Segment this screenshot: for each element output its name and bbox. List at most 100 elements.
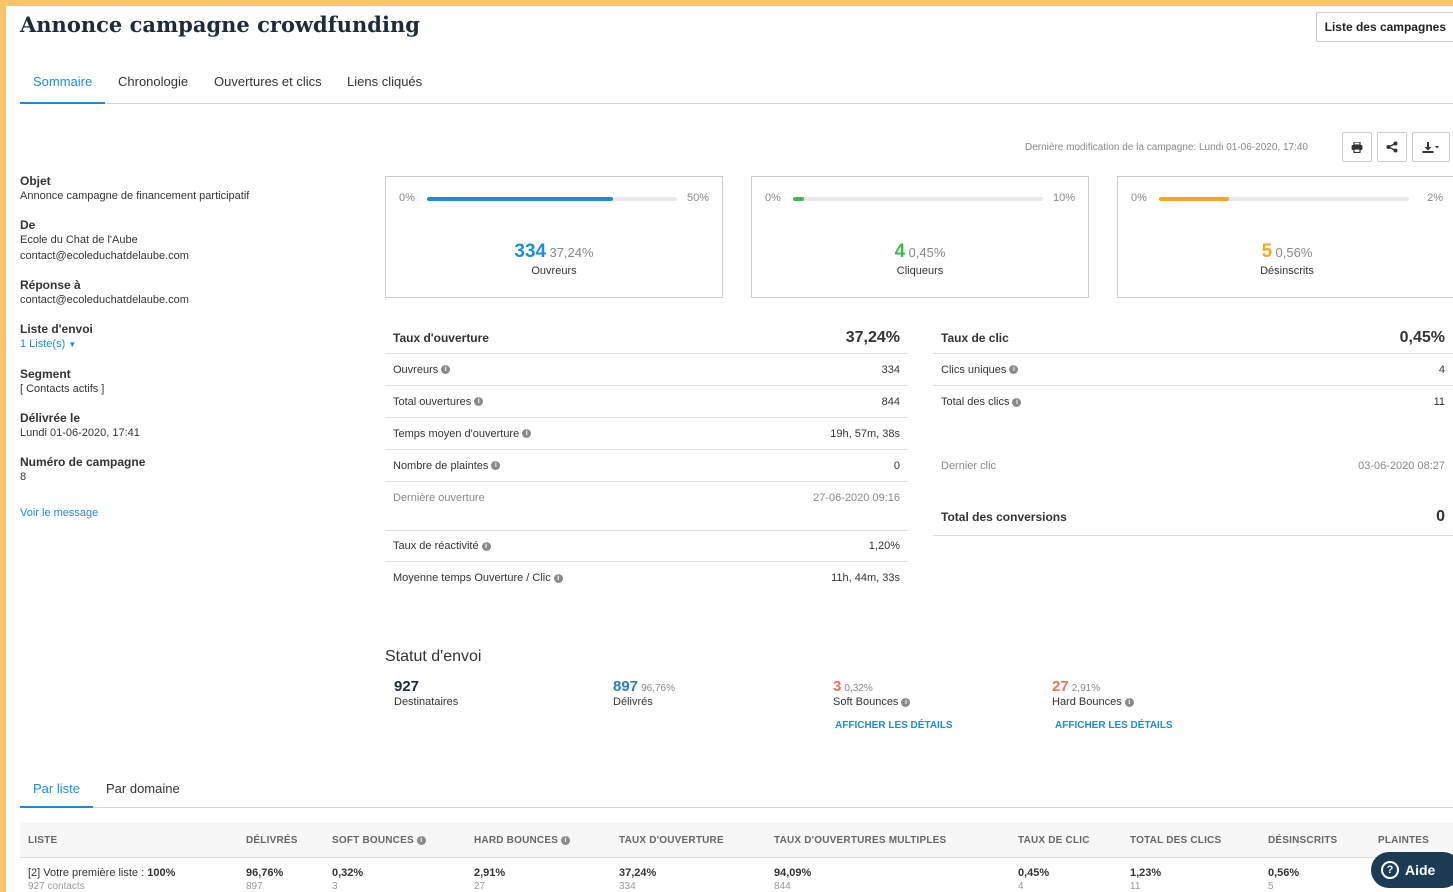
stat-value: 1,20%: [868, 540, 900, 552]
click-stats-table: Taux de clic 0,45% Clics uniques i 4 Total …: [933, 322, 1453, 536]
stat-value: 0: [893, 459, 900, 472]
column-header[interactable]: PLAINTES: [1378, 835, 1429, 846]
clickers-percent: 0,45%: [908, 245, 946, 260]
tab-chronologie[interactable]: Chronologie: [118, 74, 188, 89]
table-cell: 96,76% 897: [246, 867, 284, 892]
contacts-count: 927 contacts: [28, 881, 85, 892]
download-button[interactable]: [1412, 132, 1450, 162]
info-icon[interactable]: i: [522, 429, 532, 439]
delivered-on-label: Délivrée le: [20, 411, 81, 425]
main-tabs: Sommaire Chronologie Ouvertures et clics…: [20, 70, 1453, 104]
campaigns-list-button[interactable]: Liste des campagnes: [1315, 12, 1453, 42]
last-modified-text: Dernière modification de la campagne: Lu…: [1025, 142, 1308, 153]
column-header[interactable]: DÉLIVRÉS: [246, 835, 298, 846]
click-rate-label: Taux de clic: [941, 330, 1009, 345]
conversions-label: Total des conversions: [941, 509, 1067, 524]
info-icon[interactable]: i: [901, 697, 911, 707]
info-icon[interactable]: i: [474, 397, 484, 407]
openers-count: 334: [514, 241, 547, 262]
progress-max-label: 10%: [1052, 192, 1075, 204]
clickers-card: 0% 10% 4 0,45% Cliqueurs: [751, 176, 1089, 298]
caret-down-icon: ▼: [68, 340, 77, 349]
stat-value: 844: [881, 395, 900, 408]
stat-label: Nombre de plaintes: [393, 459, 489, 472]
stat-value: 11: [1433, 396, 1445, 408]
stat-label: Ouvreurs: [393, 363, 439, 376]
sender-email: contact@ecoleduchatdelaube.com: [20, 250, 189, 262]
mailing-list-dropdown[interactable]: 1 Liste(s) ▼: [20, 336, 340, 353]
column-header[interactable]: TAUX D'OUVERTURES MULTIPLES: [774, 835, 946, 846]
segment-value: [ Contacts actifs ]: [20, 383, 105, 395]
reply-to-value: contact@ecoleduchatdelaube.com: [20, 294, 189, 306]
print-button[interactable]: [1342, 132, 1372, 162]
info-icon[interactable]: i: [491, 461, 501, 471]
send-status-title: Statut d'envoi: [385, 648, 482, 665]
openers-card: 0% 50% 334 37,24% Ouvreurs: [385, 176, 723, 298]
campaign-number-value: 8: [20, 471, 27, 483]
share-icon: [1386, 141, 1398, 153]
tab-liens-cliques[interactable]: Liens cliqués: [347, 74, 422, 89]
hard-bounces-percent: 2,91%: [1071, 683, 1101, 694]
stat-label: Temps moyen d'ouverture: [393, 427, 520, 440]
hard-bounces-details-link[interactable]: AFFICHER LES DÉTAILS: [1055, 720, 1173, 731]
info-icon[interactable]: i: [553, 573, 563, 583]
share-button[interactable]: [1377, 132, 1407, 162]
unsubscribed-percent: 0,56%: [1275, 245, 1313, 260]
progress-fill: [427, 197, 614, 201]
list-cell: [2] Votre première liste : 100% 927 conta…: [28, 867, 176, 892]
column-header[interactable]: SOFT BOUNCES i: [332, 835, 426, 846]
table-cell: 0,45% 4: [1018, 867, 1050, 892]
progress-min-label: 0%: [765, 192, 781, 204]
column-header[interactable]: TOTAL DES CLICS: [1130, 835, 1221, 846]
soft-bounces-count: 3: [833, 678, 842, 695]
info-icon[interactable]: i: [1124, 697, 1134, 707]
view-message-link[interactable]: Voir le message: [20, 507, 98, 519]
segment-label: Segment: [20, 367, 71, 381]
progress-max-label: 50%: [686, 192, 709, 204]
column-header[interactable]: LISTE: [28, 835, 57, 846]
tab-sommaire[interactable]: Sommaire: [33, 74, 92, 89]
table-cell: 2,91% 27: [474, 867, 506, 892]
info-icon[interactable]: i: [1009, 365, 1019, 375]
info-icon[interactable]: i: [561, 835, 571, 845]
unsubscribed-count: 5: [1261, 241, 1273, 262]
sender-name: Ecole du Chat de l'Aube: [20, 234, 138, 246]
delivered-count: 897: [613, 678, 639, 695]
column-header[interactable]: HARD BOUNCES i: [474, 835, 571, 846]
openers-caption: Ouvreurs: [531, 265, 577, 277]
stat-label: Moyenne temps Ouverture / Clic: [393, 572, 551, 584]
column-header[interactable]: TAUX D'OUVERTURE: [619, 835, 724, 846]
table-cell: 94,09% 844: [774, 867, 812, 892]
info-icon[interactable]: i: [416, 835, 426, 845]
progress-bar: [793, 197, 1043, 201]
column-header[interactable]: DÉSINSCRITS: [1268, 835, 1337, 846]
click-rate-value: 0,45%: [1399, 328, 1445, 346]
tab-ouvertures-clics[interactable]: Ouvertures et clics: [214, 74, 322, 89]
hard-bounces-stat: 27 2,91% Hard Bounces i: [1052, 678, 1134, 708]
hard-bounces-label: Hard Bounces: [1052, 696, 1122, 708]
stat-value: 19h, 57m, 38s: [830, 427, 900, 440]
stat-value: 27-06-2020 09:16: [813, 492, 900, 504]
soft-bounces-details-link[interactable]: AFFICHER LES DÉTAILS: [835, 720, 953, 731]
progress-bar: [1159, 197, 1409, 201]
tab-par-liste[interactable]: Par liste: [33, 781, 80, 796]
info-icon[interactable]: i: [481, 541, 491, 551]
recipients-stat: 927 Destinataires: [394, 678, 458, 708]
stat-label: Dernier clic: [941, 460, 997, 472]
stat-value: 334: [881, 363, 900, 376]
table-header: LISTE DÉLIVRÉS SOFT BOUNCES i HARD BOUNCE…: [20, 822, 1453, 858]
breakdown-tabs: Par liste Par domaine: [20, 778, 1453, 808]
progress-max-label: 2%: [1427, 192, 1443, 204]
column-header[interactable]: TAUX DE CLIC: [1018, 835, 1090, 846]
tab-par-domaine[interactable]: Par domaine: [106, 781, 180, 796]
campaign-number-label: Numéro de campagne: [20, 455, 146, 469]
soft-bounces-stat: 3 0,32% Soft Bounces i: [833, 678, 911, 708]
info-icon[interactable]: i: [441, 365, 451, 375]
table-cell: 1,23% 11: [1130, 867, 1162, 892]
delivered-stat: 897 96,76% Délivrés: [613, 678, 675, 708]
help-button[interactable]: ? Aide: [1371, 852, 1453, 888]
download-icon: [1422, 142, 1439, 153]
info-icon[interactable]: i: [1012, 397, 1022, 407]
hard-bounces-count: 27: [1052, 678, 1069, 695]
